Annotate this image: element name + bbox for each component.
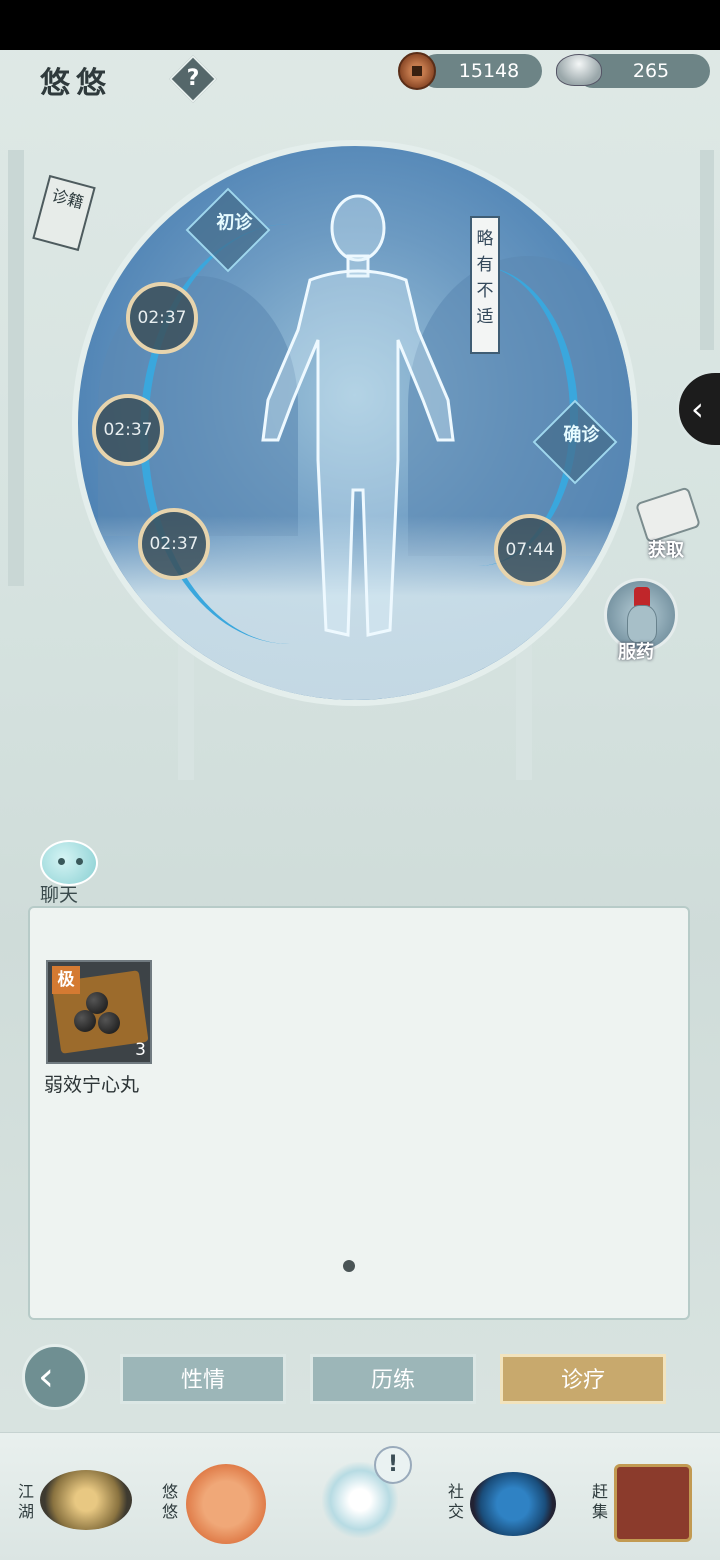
item-grade-badge: 极 [52,966,80,994]
timer-listen-time: 02:37 [103,420,153,440]
help-icon: ? [186,66,200,91]
chevron-left-icon: ‹ [691,390,704,428]
status-banner: 略有不适 [470,216,500,354]
nav-label-jianghu: 江湖 [17,1482,34,1521]
notice-icon[interactable]: ! [374,1446,412,1484]
coin-amount: 15148 [458,60,520,82]
silver-amount: 265 [632,60,670,82]
hat-icon[interactable] [40,1470,132,1530]
timer-look[interactable]: 02:37 [126,282,198,354]
character-name: 悠悠 [40,66,112,101]
book-label: 诊籍 [49,185,86,213]
back-arrow-icon: ‹ [38,1354,54,1400]
nav-label-social: 社交 [447,1482,464,1521]
timer-pulse-time: 07:44 [505,540,555,560]
status-bar [0,0,720,50]
help-button[interactable]: ? [168,54,218,104]
pill-icon [98,1012,120,1034]
copper-coin-icon [398,52,436,90]
page-indicator-dot [343,1260,355,1272]
timer-pulse[interactable]: 07:44 [494,514,566,586]
chat-label[interactable]: 聊天 [40,880,78,907]
side-drawer-toggle[interactable]: ‹ [676,370,720,448]
obtain-label[interactable]: 获取 [648,536,684,562]
silver-ingot-icon [556,54,602,86]
coin-counter[interactable]: 15148 [420,54,542,88]
timer-ask-time: 02:37 [149,534,199,554]
diagnosis-book-button[interactable]: 诊籍 [32,174,96,252]
basket-icon[interactable] [614,1464,692,1542]
timer-look-time: 02:37 [137,308,187,328]
item-name: 弱效宁心丸 [44,1074,140,1096]
tab-temperament[interactable]: 性情 [120,1354,286,1404]
item-count: 3 [135,1040,146,1060]
initial-diagnosis-label: 初诊 [216,212,253,234]
wave-icon[interactable] [470,1472,556,1536]
nav-label-youyou: 悠悠 [161,1482,178,1521]
nav-label-market: 赶集 [591,1482,608,1521]
take-medicine-label[interactable]: 服药 [618,638,654,664]
pillar-left [8,150,24,586]
confirm-diagnosis-label: 确诊 [563,424,600,446]
back-button[interactable]: ‹ [22,1344,88,1410]
timer-listen[interactable]: 02:37 [92,394,164,466]
inventory-item-tile[interactable]: 极 3 [46,960,152,1064]
tab-treatment[interactable]: 诊疗 [500,1354,666,1404]
pill-icon [74,1010,96,1032]
pillar-right [700,150,714,350]
timer-ask[interactable]: 02:37 [138,508,210,580]
tab-experience[interactable]: 历练 [310,1354,476,1404]
swallow-icon[interactable] [186,1464,266,1544]
